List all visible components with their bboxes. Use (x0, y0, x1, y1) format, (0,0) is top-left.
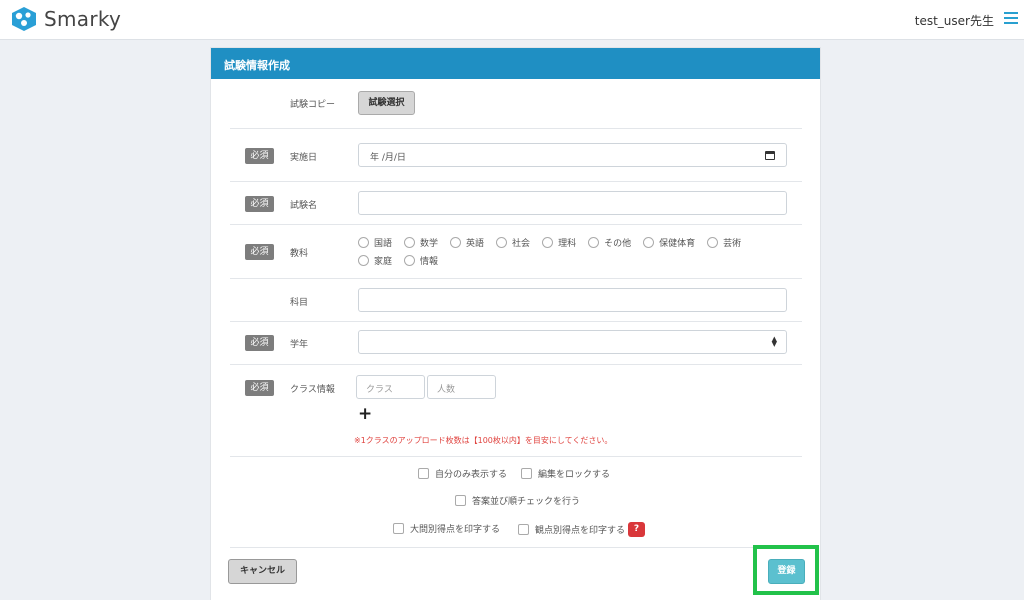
divider (230, 128, 802, 129)
radio-button[interactable] (542, 236, 554, 248)
divider (230, 364, 802, 365)
hamburger-menu-icon[interactable] (1004, 12, 1018, 26)
divider (230, 278, 802, 279)
checkbox[interactable] (455, 495, 466, 506)
panel-title: 試験情報作成 (211, 48, 820, 79)
lock-edit-checkbox[interactable]: 編集をロックする (521, 467, 610, 480)
divider (230, 547, 802, 548)
subject-option[interactable]: 数学 (404, 233, 438, 251)
subject-option[interactable]: 保健体育 (643, 233, 695, 251)
date-label: 実施日 (290, 153, 318, 163)
exam-form-panel: 試験情報作成 試験コピー 試験選択 必須 実施日 年 /月/日 必須 試験名 必… (210, 47, 821, 600)
radio-button[interactable] (588, 236, 600, 248)
divider (230, 456, 802, 457)
divider (230, 181, 802, 182)
required-badge: 必須 (245, 196, 274, 212)
subject-option[interactable]: 情報 (404, 251, 438, 269)
subject-option[interactable]: 家庭 (358, 251, 392, 269)
required-badge: 必須 (245, 335, 274, 351)
radio-button[interactable] (643, 236, 655, 248)
radio-button[interactable] (404, 236, 416, 248)
logo-text: Smarky (44, 7, 122, 31)
subject-option[interactable]: 英語 (450, 233, 484, 251)
subject-row: 必須 教科 国語 数学 英語 社会 理科 その他 保健体育 芸術 家庭 情報 (230, 233, 802, 273)
radio-button[interactable] (404, 254, 416, 266)
exam-copy-row: 試験コピー 試験選択 (230, 90, 802, 118)
required-badge: 必須 (245, 380, 274, 396)
select-arrows-icon: ▲ ▼ (771, 335, 777, 348)
required-badge: 必須 (245, 148, 274, 164)
course-input[interactable] (358, 288, 787, 312)
class-info-row: 必須 クラス情報 クラス 人数 + ※1クラスのアップロード枚数は【100枚以内… (230, 375, 802, 455)
save-button-highlight (753, 545, 819, 595)
checkbox[interactable] (393, 523, 404, 534)
exam-name-label: 試験名 (290, 201, 318, 211)
radio-button[interactable] (358, 236, 369, 248)
order-check-checkbox[interactable]: 答案並び順チェックを行う (455, 494, 580, 507)
cancel-button[interactable]: キャンセル (228, 559, 297, 584)
subject-label: 教科 (290, 249, 309, 259)
grade-select[interactable]: ▲ ▼ (358, 330, 787, 354)
grade-row: 必須 学年 ▲ ▼ (230, 330, 802, 356)
print-major-checkbox[interactable]: 大問別得点を印字する (393, 522, 500, 535)
date-row: 必須 実施日 年 /月/日 (230, 143, 802, 169)
date-placeholder: 年 /月/日 (370, 153, 406, 163)
subject-radio-group: 国語 数学 英語 社会 理科 その他 保健体育 芸術 家庭 情報 (358, 233, 778, 269)
checkbox[interactable] (518, 524, 529, 535)
divider (230, 321, 802, 322)
grade-label: 学年 (290, 340, 309, 350)
subject-option[interactable]: 国語 (358, 233, 392, 251)
subject-option[interactable]: 芸術 (707, 233, 741, 251)
exam-name-row: 必須 試験名 (230, 191, 802, 217)
calendar-icon[interactable] (765, 151, 775, 160)
radio-button[interactable] (496, 236, 508, 248)
exam-copy-label: 試験コピー (290, 100, 336, 110)
checkbox[interactable] (521, 468, 532, 479)
course-row: 科目 (230, 288, 802, 314)
class-input[interactable]: クラス (356, 375, 425, 399)
upload-note: ※1クラスのアップロード枚数は【100枚以内】を目安にしてください。 (354, 436, 613, 445)
smarky-logo-icon (12, 7, 36, 31)
radio-button[interactable] (358, 254, 369, 266)
course-label: 科目 (290, 298, 309, 308)
subject-option[interactable]: その他 (588, 233, 631, 251)
subject-option[interactable]: 社会 (496, 233, 530, 251)
help-icon[interactable]: ? (628, 522, 646, 537)
app-logo[interactable]: Smarky (10, 6, 121, 32)
print-viewpoint-checkbox[interactable]: 観点別得点を印字する? (518, 522, 646, 537)
radio-button[interactable] (450, 236, 462, 248)
exam-name-input[interactable] (358, 191, 787, 215)
required-badge: 必須 (245, 244, 274, 260)
class-info-label: クラス情報 (290, 385, 335, 395)
add-class-icon[interactable]: + (358, 404, 372, 424)
select-exam-button[interactable]: 試験選択 (358, 91, 415, 115)
radio-button[interactable] (707, 236, 719, 248)
top-bar: Smarky test_user先生 (0, 0, 1024, 40)
count-input[interactable]: 人数 (427, 375, 496, 399)
user-name[interactable]: test_user先生 (915, 12, 994, 29)
date-input[interactable]: 年 /月/日 (358, 143, 787, 167)
self-only-checkbox[interactable]: 自分のみ表示する (418, 467, 507, 480)
checkbox[interactable] (418, 468, 429, 479)
subject-option[interactable]: 理科 (542, 233, 576, 251)
divider (230, 224, 802, 225)
